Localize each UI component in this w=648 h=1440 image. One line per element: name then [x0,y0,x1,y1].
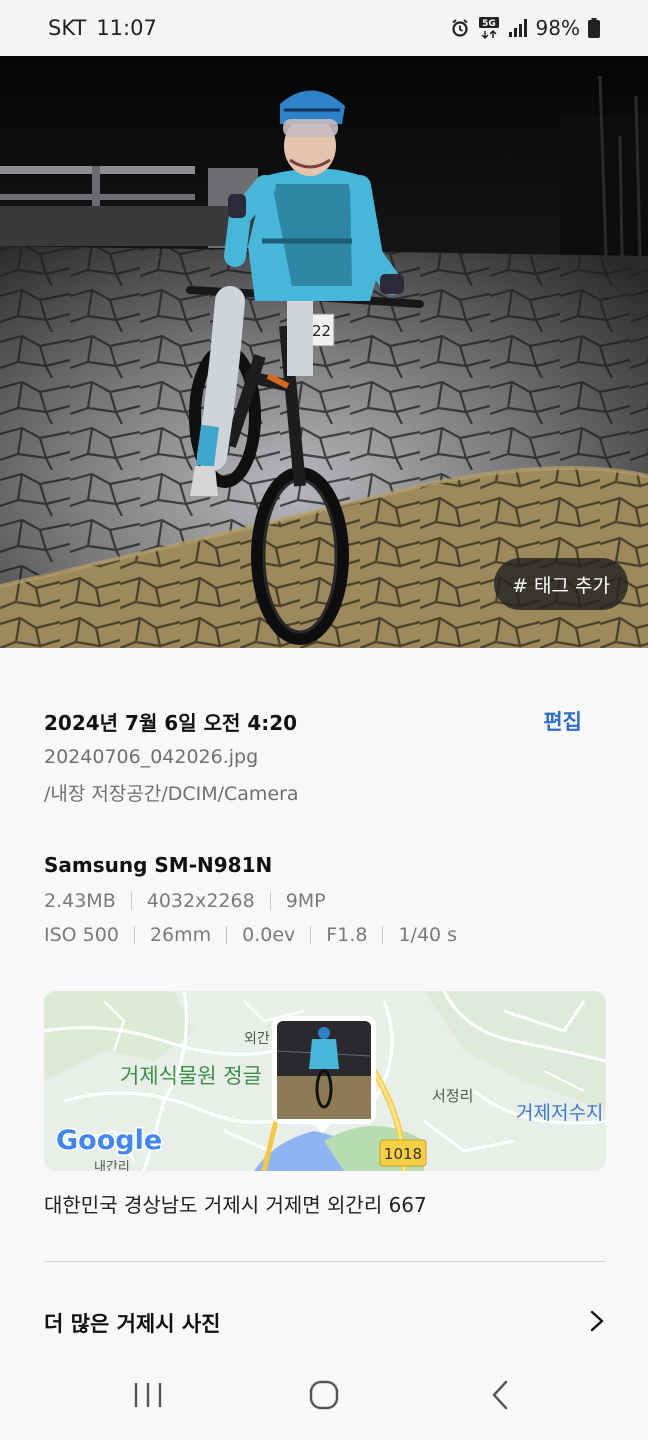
map-label-seojeong: 서정리 [432,1087,473,1105]
file-meta-row: 2.43MB 4032x2268 9MP [44,890,326,912]
camera-meta-row: ISO 500 26mm 0.0ev F1.8 1/40 s [44,924,457,946]
alarm-icon [450,18,470,38]
map-label-reservoir: 거제저수지 [516,1102,603,1124]
iso: ISO 500 [44,924,119,946]
home-icon [309,1380,339,1410]
exposure-value: 0.0ev [242,924,296,946]
shutter-speed: 1/40 s [398,924,458,946]
map-image: 1018 거제식물원 정글 외간 서정리 거제저수지 내간리 Google [44,991,606,1171]
file-path: /내장 저장공간/DCIM/Camera [44,783,299,805]
file-name: 20240706_042026.jpg [44,746,259,768]
battery-icon [588,18,600,38]
map-label-oegan: 외간 [244,1031,270,1047]
recent-apps-icon [134,1383,162,1407]
more-photos-label: 더 많은 거제시 사진 [44,1312,221,1336]
divider [44,1261,606,1262]
aperture: F1.8 [326,924,368,946]
add-tag-button[interactable]: # 태그 추가 [494,558,628,610]
recent-apps-button[interactable] [108,1365,188,1425]
chevron-right-icon [588,1310,606,1336]
battery-percent: 98% [535,16,580,40]
focal-length: 26mm [149,924,212,946]
map-label-naegan: 내간리 [94,1160,130,1171]
google-logo: Google [56,1125,162,1156]
carrier: SKT [48,16,87,40]
file-size: 2.43MB [44,890,116,912]
clock: 11:07 [96,16,157,40]
signal-icon [508,18,528,38]
route-number: 1018 [384,1145,422,1163]
megapixels: 9MP [285,890,326,912]
device-model: Samsung SM-N981N [44,853,273,877]
edit-button[interactable]: 편집 [543,706,582,736]
photo-viewer[interactable]: 7922 # 태그 추가 [0,56,648,648]
location-address: 대한민국 경상남도 거제시 거제면 외간리 667 [44,1193,427,1217]
photo-datetime: 2024년 7월 6일 오전 4:20 [44,710,298,735]
status-bar: SKT 11:07 5G 98% [0,0,648,56]
network-label: 5G [482,19,496,29]
navigation-bar [0,1350,648,1440]
map-label-botanical: 거제식물원 정글 [120,1064,262,1088]
back-button[interactable] [460,1365,540,1425]
back-icon [492,1380,508,1410]
more-photos-link[interactable]: 더 많은 거제시 사진 [44,1308,606,1338]
resolution: 4032x2268 [146,890,255,912]
tag-button-label: # 태그 추가 [512,574,610,597]
network-5g-icon: 5G [478,16,500,40]
home-button[interactable] [284,1365,364,1425]
location-map[interactable]: 1018 거제식물원 정글 외간 서정리 거제저수지 내간리 Google [44,991,606,1171]
